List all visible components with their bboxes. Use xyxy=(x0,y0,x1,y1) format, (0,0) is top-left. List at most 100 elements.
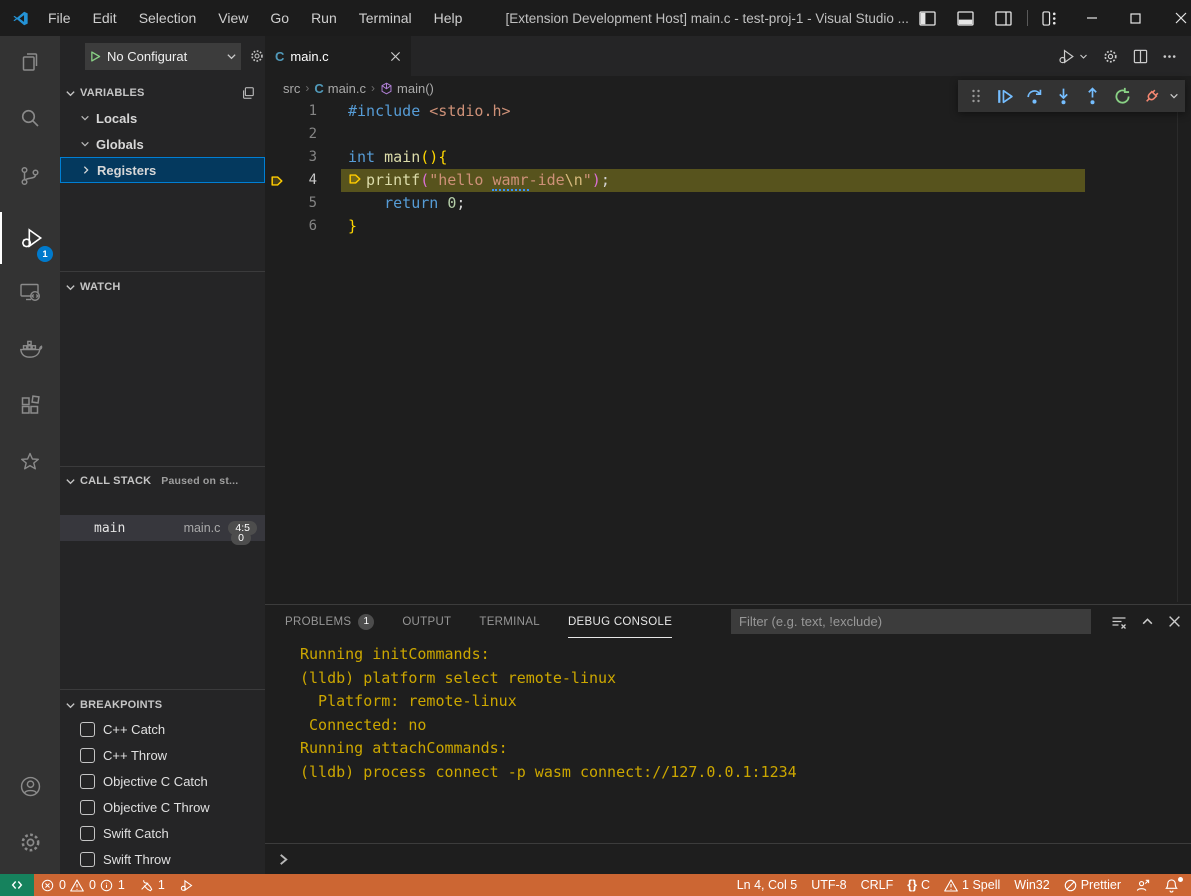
console-filter-input[interactable] xyxy=(731,609,1091,634)
info-icon xyxy=(100,879,113,892)
tab-main-c[interactable]: C main.c xyxy=(265,36,411,76)
debug-console-input-row[interactable] xyxy=(265,843,1191,874)
disconnect-icon[interactable] xyxy=(1140,83,1163,109)
encoding-indicator[interactable]: UTF-8 xyxy=(804,874,853,896)
maximize-panel-icon[interactable] xyxy=(1141,615,1154,628)
source-control-icon[interactable] xyxy=(0,152,60,200)
customize-layout-icon[interactable] xyxy=(1032,0,1070,36)
call-stack-title: CALL STACK xyxy=(80,475,151,487)
close-window-button[interactable] xyxy=(1158,0,1191,36)
breakpoints-section-header[interactable]: BREAKPOINTS xyxy=(60,694,265,716)
settings-gear-icon[interactable] xyxy=(0,818,60,866)
breakpoint-item[interactable]: C++ Catch xyxy=(60,716,265,742)
breakpoint-item[interactable]: Swift Throw xyxy=(60,846,265,872)
maximize-button[interactable] xyxy=(1114,0,1158,36)
breakpoint-checkbox[interactable] xyxy=(80,800,95,815)
variables-section-header[interactable]: VARIABLES xyxy=(60,82,265,104)
continue-icon[interactable] xyxy=(993,83,1016,109)
notifications-bell-icon[interactable] xyxy=(1157,874,1191,896)
status-bar-right: Ln 4, Col 5 UTF-8 CRLF {} C 1 Spell Win3… xyxy=(730,874,1191,896)
debug-session-dropdown-icon[interactable] xyxy=(1169,91,1179,101)
platform-indicator[interactable]: Win32 xyxy=(1007,874,1056,896)
code-editor[interactable]: 1#include <stdio.h>23int main(){4printf(… xyxy=(265,100,1191,260)
split-editor-icon[interactable] xyxy=(1133,49,1148,64)
docker-icon[interactable] xyxy=(0,325,60,373)
explorer-icon[interactable] xyxy=(0,38,60,86)
run-or-debug-button[interactable] xyxy=(1057,47,1088,66)
breakpoint-item[interactable]: C++ Throw xyxy=(60,742,265,768)
tab-debug-console[interactable]: DEBUG CONSOLE xyxy=(568,605,672,638)
call-stack-section-header[interactable]: CALL STACK Paused on st... xyxy=(60,470,265,492)
breakpoint-checkbox[interactable] xyxy=(80,774,95,789)
execution-pointer-icon xyxy=(348,172,366,186)
run-and-debug-icon[interactable]: 1 xyxy=(0,212,62,264)
layout-panel-toggle-icon[interactable] xyxy=(947,0,985,36)
remote-explorer-icon[interactable] xyxy=(0,268,60,316)
breakpoint-item[interactable]: Objective C Catch xyxy=(60,768,265,794)
cursor-position[interactable]: Ln 4, Col 5 xyxy=(730,874,804,896)
editor-scrollbar[interactable] xyxy=(1177,100,1178,602)
menu-run[interactable]: Run xyxy=(300,0,348,36)
breadcrumb-folder[interactable]: src xyxy=(283,81,300,96)
breakpoint-checkbox[interactable] xyxy=(80,826,95,841)
debug-settings-gear-icon[interactable] xyxy=(249,48,265,64)
watch-section-header[interactable]: WATCH xyxy=(60,276,265,298)
step-over-icon[interactable] xyxy=(1023,83,1046,109)
layout-secondary-sidebar-toggle-icon[interactable] xyxy=(985,0,1023,36)
step-out-icon[interactable] xyxy=(1081,83,1104,109)
menu-edit[interactable]: Edit xyxy=(82,0,128,36)
extensions-icon[interactable] xyxy=(0,382,60,430)
menu-help[interactable]: Help xyxy=(423,0,474,36)
restart-icon[interactable] xyxy=(1110,83,1133,109)
variables-item-globals[interactable]: Globals xyxy=(60,131,265,157)
collapse-all-icon[interactable] xyxy=(241,86,255,100)
breadcrumb-file[interactable]: main.c xyxy=(328,81,366,96)
tab-close-icon[interactable] xyxy=(390,51,401,62)
spell-checker-status[interactable]: 1 Spell xyxy=(937,874,1007,896)
problems-status[interactable]: 0 0 1 xyxy=(34,874,132,896)
launch-config-dropdown[interactable]: No Configurat xyxy=(85,43,241,70)
console-line: (lldb) process connect -p wasm connect:/… xyxy=(300,761,1171,785)
star-extension-icon[interactable] xyxy=(0,438,60,486)
breakpoint-item[interactable]: Objective C Throw xyxy=(60,794,265,820)
chevron-down-icon xyxy=(65,282,76,293)
breakpoint-checkbox[interactable] xyxy=(80,852,95,867)
close-panel-icon[interactable] xyxy=(1168,615,1181,628)
menu-selection[interactable]: Selection xyxy=(128,0,208,36)
remote-indicator[interactable] xyxy=(0,874,34,896)
menu-terminal[interactable]: Terminal xyxy=(348,0,423,36)
formatter-status[interactable]: Prettier xyxy=(1057,874,1128,896)
eol-indicator[interactable]: CRLF xyxy=(854,874,901,896)
variables-item-locals[interactable]: Locals xyxy=(60,105,265,131)
debug-status[interactable] xyxy=(172,874,201,896)
c-file-icon: C xyxy=(275,49,284,64)
tab-output[interactable]: OUTPUT xyxy=(402,605,451,638)
tab-terminal[interactable]: TERMINAL xyxy=(479,605,540,638)
toolbar-drag-handle[interactable] xyxy=(964,83,987,109)
menu-bar: FileEditSelectionViewGoRunTerminalHelp xyxy=(37,0,473,36)
menu-go[interactable]: Go xyxy=(259,0,300,36)
breakpoint-checkbox[interactable] xyxy=(80,748,95,763)
tab-problems[interactable]: PROBLEMS 1 xyxy=(285,605,374,638)
code-text: printf("hello wamr-ide\n"); xyxy=(348,169,610,192)
minimize-button[interactable] xyxy=(1070,0,1114,36)
editor-settings-gear-icon[interactable] xyxy=(1102,48,1119,65)
accounts-icon[interactable] xyxy=(0,762,60,810)
variables-item-registers[interactable]: Registers xyxy=(60,157,265,183)
bottom-panel: PROBLEMS 1 OUTPUT TERMINAL DEBUG CONSOLE xyxy=(265,604,1191,874)
language-mode[interactable]: {} C xyxy=(900,874,937,896)
breakpoint-checkbox[interactable] xyxy=(80,722,95,737)
feedback-icon[interactable] xyxy=(1128,874,1157,896)
menu-file[interactable]: File xyxy=(37,0,82,36)
layout-sidebar-toggle-icon[interactable] xyxy=(909,0,947,36)
tools-status[interactable]: 1 xyxy=(132,874,172,896)
clear-console-icon[interactable] xyxy=(1111,614,1127,630)
warning-icon xyxy=(70,879,84,892)
menu-view[interactable]: View xyxy=(207,0,259,36)
title-bar: FileEditSelectionViewGoRunTerminalHelp [… xyxy=(0,0,1191,36)
breadcrumb-symbol[interactable]: main() xyxy=(397,81,434,96)
step-into-icon[interactable] xyxy=(1052,83,1075,109)
breakpoint-item[interactable]: Swift Catch xyxy=(60,820,265,846)
more-actions-icon[interactable] xyxy=(1162,49,1177,64)
search-icon[interactable] xyxy=(0,94,60,142)
